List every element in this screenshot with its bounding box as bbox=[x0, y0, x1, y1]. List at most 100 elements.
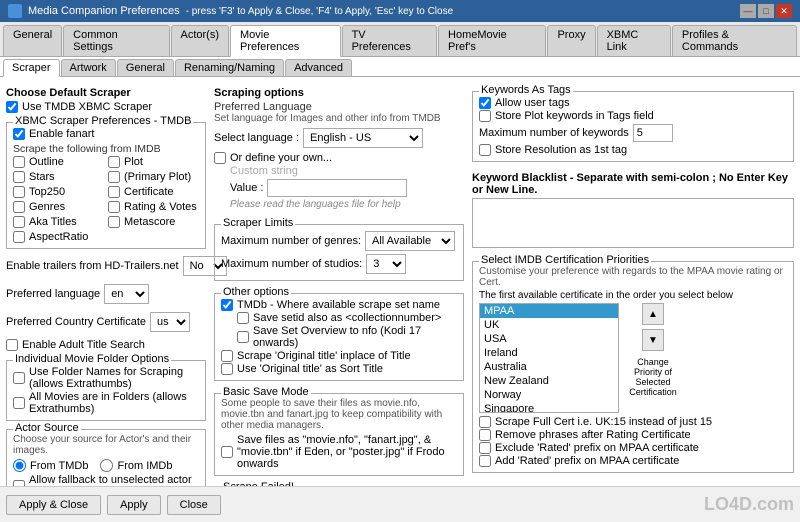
subtab-artwork[interactable]: Artwork bbox=[61, 59, 116, 76]
move-down-button[interactable]: ▼ bbox=[642, 329, 664, 351]
close-button[interactable]: ✕ bbox=[776, 4, 792, 18]
listbox-item-new-zealand[interactable]: New Zealand bbox=[480, 374, 618, 388]
minimize-button[interactable]: — bbox=[740, 4, 756, 18]
from-imdb-radio[interactable] bbox=[100, 459, 113, 472]
scrape-full-cert-checkbox[interactable] bbox=[479, 416, 491, 428]
metascore-checkbox[interactable] bbox=[108, 216, 120, 228]
subtab-general[interactable]: General bbox=[117, 59, 174, 76]
listbox-item-australia[interactable]: Australia bbox=[480, 360, 618, 374]
move-up-button[interactable]: ▲ bbox=[642, 303, 664, 325]
tmdb-set-checkbox[interactable] bbox=[221, 299, 233, 311]
fallback-label: Allow fallback to unselected actor sourc… bbox=[29, 474, 199, 486]
imdb-cert-subtitle: Customise your preference with regards t… bbox=[479, 266, 787, 288]
pref-country-row: Preferred Country Certificate us bbox=[6, 312, 206, 332]
maximize-button[interactable]: □ bbox=[758, 4, 774, 18]
value-input[interactable] bbox=[267, 179, 407, 197]
use-original-checkbox[interactable] bbox=[221, 363, 233, 375]
listbox-item-norway[interactable]: Norway bbox=[480, 388, 618, 402]
save-overview-label: Save Set Overview to nfo (Kodi 17 onward… bbox=[253, 325, 457, 349]
close-button-bottom[interactable]: Close bbox=[167, 495, 221, 515]
default-scraper-section: Choose Default Scraper Use TMDB XBMC Scr… bbox=[6, 83, 206, 114]
pref-lang-subtitle: Set language for Images and other info f… bbox=[214, 113, 464, 124]
movie-folder-title: Individual Movie Folder Options bbox=[13, 353, 171, 365]
rating-votes-checkbox[interactable] bbox=[108, 201, 120, 213]
imdb-cert-listbox[interactable]: MPAA UK USA Ireland Australia New Zealan… bbox=[479, 303, 619, 413]
folder-names-checkbox[interactable] bbox=[13, 372, 25, 384]
certificate-checkbox[interactable] bbox=[108, 186, 120, 198]
allow-user-tags-checkbox[interactable] bbox=[479, 97, 491, 109]
primary-plot-checkbox[interactable] bbox=[108, 171, 120, 183]
listbox-item-mpaa[interactable]: MPAA bbox=[480, 304, 618, 318]
save-setid-checkbox[interactable] bbox=[237, 312, 249, 324]
subtab-scraper[interactable]: Scraper bbox=[3, 59, 60, 77]
from-tmdb-radio[interactable] bbox=[13, 459, 26, 472]
listbox-item-uk[interactable]: UK bbox=[480, 318, 618, 332]
imdb-checks: Outline Plot Stars (Primary Plot) Top250… bbox=[13, 155, 199, 244]
save-overview-checkbox[interactable] bbox=[237, 331, 249, 343]
apply-button[interactable]: Apply bbox=[107, 495, 161, 515]
listbox-item-usa[interactable]: USA bbox=[480, 332, 618, 346]
keywords-tags-group: Keywords As Tags Allow user tags Store P… bbox=[472, 91, 794, 162]
top250-checkbox[interactable] bbox=[13, 186, 25, 198]
enable-fanart-label: Enable fanart bbox=[29, 128, 94, 140]
pref-lang-label: Preferred language bbox=[6, 288, 100, 300]
tab-xbmc-link[interactable]: XBMC Link bbox=[597, 25, 671, 56]
max-studios-select[interactable]: 123 bbox=[366, 254, 406, 274]
use-tmdb-checkbox[interactable] bbox=[6, 101, 18, 113]
fallback-checkbox[interactable] bbox=[13, 480, 25, 486]
value-label: Value : bbox=[230, 182, 263, 194]
tab-common-settings[interactable]: Common Settings bbox=[63, 25, 169, 56]
define-own-checkbox[interactable] bbox=[214, 152, 226, 164]
exclude-rated-checkbox[interactable] bbox=[479, 442, 491, 454]
save-as-checkbox[interactable] bbox=[221, 446, 233, 458]
remove-phrases-label: Remove phrases after Rating Certificate bbox=[495, 429, 691, 441]
adult-search-checkbox[interactable] bbox=[6, 339, 18, 351]
genres-checkbox[interactable] bbox=[13, 201, 25, 213]
plot-checkbox[interactable] bbox=[108, 156, 120, 168]
keyword-blacklist-textarea[interactable] bbox=[472, 198, 794, 248]
tab-movie-preferences[interactable]: Movie Preferences bbox=[230, 25, 341, 57]
all-movies-checkbox[interactable] bbox=[13, 397, 25, 409]
pref-country-select[interactable]: us bbox=[150, 312, 190, 332]
pref-country-label: Preferred Country Certificate bbox=[6, 316, 146, 328]
subtab-renaming[interactable]: Renaming/Naming bbox=[175, 59, 284, 76]
lang-select[interactable]: English - US English - GB French German … bbox=[303, 128, 423, 148]
tab-homemovie[interactable]: HomeMovie Pref's bbox=[438, 25, 546, 56]
stars-checkbox[interactable] bbox=[13, 171, 25, 183]
enable-fanart-checkbox[interactable] bbox=[13, 128, 25, 140]
aka-titles-checkbox[interactable] bbox=[13, 216, 25, 228]
apply-close-button[interactable]: Apply & Close bbox=[6, 495, 101, 515]
right-column: Keywords As Tags Allow user tags Store P… bbox=[472, 83, 794, 480]
imdb-cert-group: Select IMDB Certification Priorities Cus… bbox=[472, 261, 794, 473]
subtab-advanced[interactable]: Advanced bbox=[285, 59, 352, 76]
max-genres-label: Maximum number of genres: bbox=[221, 235, 361, 247]
max-keywords-input[interactable] bbox=[633, 124, 673, 142]
scrape-original-checkbox[interactable] bbox=[221, 350, 233, 362]
listbox-item-singapore[interactable]: Singapore bbox=[480, 402, 618, 413]
store-resolution-label: Store Resolution as 1st tag bbox=[495, 144, 627, 156]
trailers-row: Enable trailers from HD-Trailers.net NoY… bbox=[6, 256, 206, 276]
add-rated-checkbox[interactable] bbox=[479, 455, 491, 467]
content-area: Choose Default Scraper Use TMDB XBMC Scr… bbox=[0, 77, 800, 486]
store-plot-checkbox[interactable] bbox=[479, 110, 491, 122]
main-tabs: General Common Settings Actor(s) Movie P… bbox=[0, 22, 800, 57]
remove-phrases-checkbox[interactable] bbox=[479, 429, 491, 441]
tab-actors[interactable]: Actor(s) bbox=[171, 25, 230, 56]
tab-general[interactable]: General bbox=[3, 25, 62, 56]
tab-profiles[interactable]: Profiles & Commands bbox=[672, 25, 797, 56]
outline-checkbox[interactable] bbox=[13, 156, 25, 168]
store-plot-label: Store Plot keywords in Tags field bbox=[495, 110, 654, 122]
imdb-cert-list-title: The first available certificate in the o… bbox=[479, 290, 787, 301]
listbox-item-ireland[interactable]: Ireland bbox=[480, 346, 618, 360]
custom-string-label: Custom string bbox=[230, 165, 464, 177]
store-resolution-checkbox[interactable] bbox=[479, 144, 491, 156]
pref-lang-select[interactable]: en bbox=[104, 284, 149, 304]
all-movies-label: All Movies are in Folders (allows Extrat… bbox=[29, 391, 199, 415]
tab-tv-preferences[interactable]: TV Preferences bbox=[342, 25, 437, 56]
keywords-tags-title: Keywords As Tags bbox=[479, 84, 573, 96]
aspectratio-checkbox[interactable] bbox=[13, 231, 25, 243]
scraping-options-title: Scraping options bbox=[214, 87, 464, 99]
tab-proxy[interactable]: Proxy bbox=[547, 25, 595, 56]
keyword-blacklist-title: Keyword Blacklist - Separate with semi-c… bbox=[472, 172, 794, 196]
max-genres-select[interactable]: All Available 123 bbox=[365, 231, 455, 251]
